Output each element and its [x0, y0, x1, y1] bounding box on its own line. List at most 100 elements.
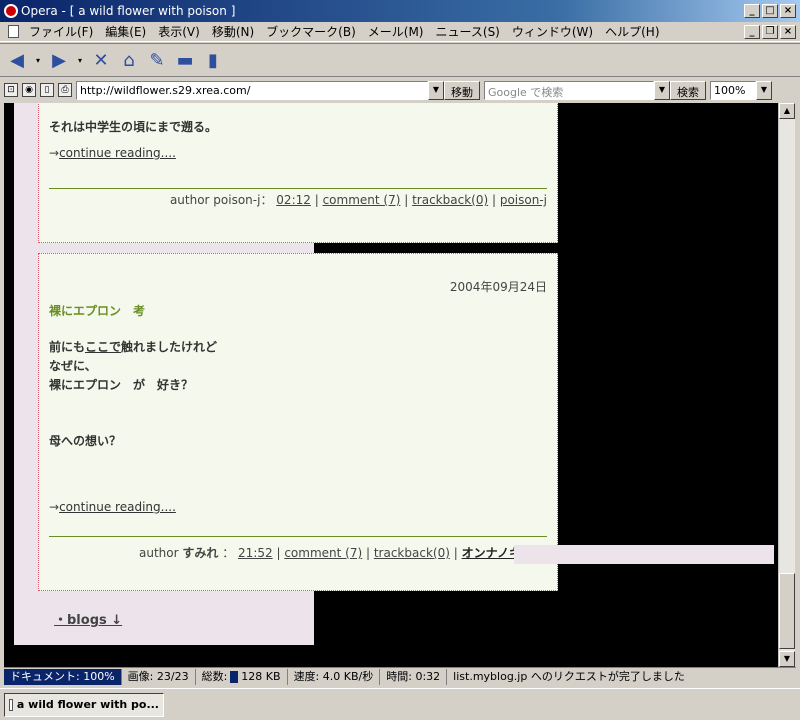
separator: | [491, 193, 500, 207]
menu-news[interactable]: ニュース(S) [429, 23, 505, 40]
page-content: それは中学生の頃にまで遡る。 →continue reading.... aut… [4, 103, 778, 667]
menu-bookmarks[interactable]: ブックマーク(B) [260, 23, 362, 40]
status-message: list.myblog.jp へのリクエストが完了しました [453, 669, 685, 683]
post-line: なぜに、 [49, 359, 97, 373]
separator: | [314, 193, 323, 207]
post-date: 2004年09月24日 [449, 280, 547, 294]
post-meta: author すみれ ： 21:52 | comment (7) | track… [139, 544, 545, 561]
mdi-minimize-button[interactable]: _ [744, 24, 760, 39]
search-dropdown-icon[interactable]: ▼ [654, 80, 670, 100]
hotlist-icon[interactable]: ✎ [146, 49, 168, 71]
print-preview-icon[interactable]: ⎙ [58, 83, 72, 97]
url-input[interactable]: http://wildflower.s29.xrea.com/ [76, 80, 428, 100]
text: 前にも [49, 340, 86, 354]
mdi-close-button[interactable]: × [780, 24, 796, 39]
blog-post: 2004年09月24日 裸にエプロン 考 前にもここで触れましたけれど なぜに、… [38, 253, 558, 591]
total-value: 128 KB [241, 669, 281, 683]
camera-icon[interactable]: ◉ [22, 83, 36, 97]
mdi-restore-button[interactable]: ❐ [762, 24, 778, 39]
menu-edit[interactable]: 編集(E) [99, 23, 152, 40]
speed-value: 4.0 KB/秒 [322, 669, 374, 683]
maximize-button[interactable]: □ [762, 4, 778, 18]
zoom-dropdown-icon[interactable]: ▼ [756, 80, 772, 100]
images-value: 23/23 [156, 669, 189, 683]
divider [49, 536, 547, 537]
menu-file[interactable]: ファイル(F) [23, 23, 99, 40]
window-title: Opera - [ a wild flower with poison ] [21, 4, 236, 18]
taskbar-item-label: a wild flower with po... [16, 698, 159, 711]
post-line: 前にもここで触れましたけれど [49, 338, 217, 357]
home-icon[interactable]: ⌂ [118, 49, 140, 71]
stop-icon[interactable]: ✕ [90, 49, 112, 71]
author-label: author poison-j： [169, 193, 273, 207]
print-icon[interactable]: ▬ [174, 49, 196, 71]
page-icon[interactable]: ▯ [40, 83, 54, 97]
divider [49, 188, 547, 189]
menu-mail[interactable]: メール(M) [362, 23, 430, 40]
address-bar: ⊡ ◉ ▯ ⎙ http://wildflower.s29.xrea.com/ … [0, 78, 800, 102]
search-button[interactable]: 検索 [670, 80, 706, 100]
menu-bar: ファイル(F) 編集(E) 表示(V) 移動(N) ブックマーク(B) メール(… [0, 22, 800, 42]
scroll-thumb[interactable] [779, 573, 795, 649]
page-icon [9, 698, 13, 711]
close-button[interactable]: × [780, 4, 796, 18]
post-line: 裸にエプロン が 好き？ [49, 378, 194, 392]
notes-icon[interactable]: ▮ [202, 49, 224, 71]
menu-view[interactable]: 表示(V) [152, 23, 206, 40]
here-link[interactable]: ここで [85, 340, 121, 354]
scroll-down-icon[interactable]: ▼ [779, 651, 795, 667]
total-bar [230, 670, 239, 683]
post-text: それは中学生の頃にまで遡る。 [49, 120, 218, 134]
continue-row: →continue reading.... [49, 500, 176, 514]
opera-logo-icon [4, 4, 18, 18]
speed-label: 速度: [293, 669, 320, 683]
window-title-bar[interactable]: Opera - [ a wild flower with poison ] _ … [0, 0, 800, 22]
images-status: 画像: 23/23 [122, 668, 196, 685]
post-meta: author poison-j： 02:12 | comment (7) | t… [170, 191, 547, 208]
blog-post: それは中学生の頃にまで遡る。 →continue reading.... aut… [38, 103, 558, 243]
menu-window[interactable]: ウィンドウ(W) [506, 23, 599, 40]
trackback-link[interactable]: trackback(0) [374, 546, 450, 560]
continue-reading-link[interactable]: continue reading.... [59, 146, 176, 160]
continue-row: →continue reading.... [49, 146, 176, 160]
url-dropdown-icon[interactable]: ▼ [428, 80, 444, 100]
go-button[interactable]: 移動 [444, 80, 480, 100]
separator: ： [222, 546, 235, 560]
window-taskbar: a wild flower with po... [0, 688, 800, 720]
time-link[interactable]: 21:52 [238, 546, 273, 560]
speed-status: 速度: 4.0 KB/秒 [288, 668, 381, 685]
lock-icon[interactable]: ⊡ [4, 83, 18, 97]
author-name: すみれ [182, 546, 219, 560]
total-label: 総数: [201, 669, 228, 683]
forward-icon[interactable]: ▶ [48, 49, 70, 71]
pink-strip [514, 545, 774, 564]
status-bar: ドキュメント: 100% 画像: 23/23 総数: 128 KB 速度: 4.0… [4, 667, 796, 685]
forward-dropdown-icon[interactable]: ▾ [76, 49, 84, 71]
trackback-link[interactable]: trackback(0) [412, 193, 488, 207]
vertical-scrollbar[interactable]: ▲ ▼ [778, 103, 795, 667]
arrow-text: → [49, 146, 60, 160]
menu-help[interactable]: ヘルプ(H) [599, 23, 665, 40]
total-status: 総数: 128 KB [196, 668, 288, 685]
minimize-button[interactable]: _ [744, 4, 760, 18]
document-icon [8, 25, 19, 38]
back-dropdown-icon[interactable]: ▾ [34, 49, 42, 71]
separator: | [453, 546, 462, 560]
zoom-field[interactable]: 100% [710, 80, 756, 100]
scroll-up-icon[interactable]: ▲ [779, 103, 795, 119]
category-link[interactable]: poison-j [500, 193, 547, 207]
taskbar-item[interactable]: a wild flower with po... [4, 692, 164, 717]
menu-navigate[interactable]: 移動(N) [206, 23, 260, 40]
comment-link[interactable]: comment (7) [323, 193, 401, 207]
document-progress: ドキュメント: 100% [4, 668, 122, 685]
search-input[interactable]: Google で検索 [484, 80, 654, 100]
images-label: 画像: [127, 669, 154, 683]
text: 触れましたけれど [121, 340, 218, 354]
continue-reading-link[interactable]: continue reading.... [59, 500, 176, 514]
arrow-text: → [49, 500, 60, 514]
comment-link[interactable]: comment (7) [284, 546, 362, 560]
back-icon[interactable]: ◀ [6, 49, 28, 71]
time-link[interactable]: 02:12 [276, 193, 311, 207]
post-body: 前にもここで触れましたけれど なぜに、 裸にエプロン が 好き？ 母への想い？ [49, 338, 217, 451]
blogs-link[interactable]: ・blogs ↓ [54, 609, 122, 628]
